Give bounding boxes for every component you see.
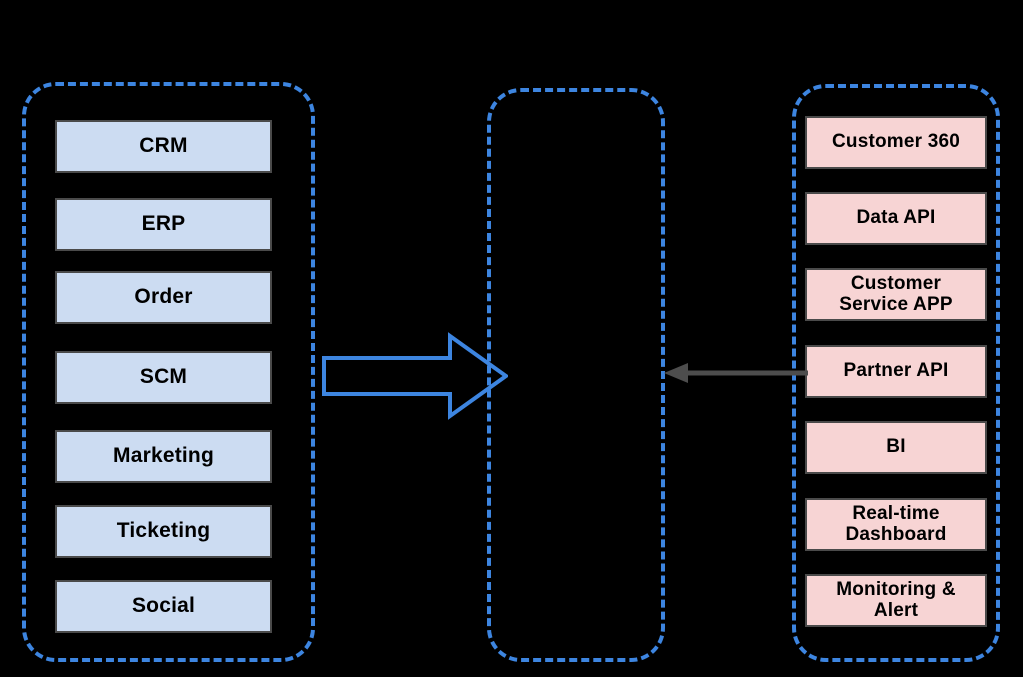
ingest-block-arrow [322, 332, 508, 420]
source-box-erp[interactable]: ERP [55, 198, 272, 251]
consumer-box-partner-api[interactable]: Partner API [805, 345, 987, 398]
consume-arrow [664, 363, 808, 383]
source-box-marketing[interactable]: Marketing [55, 430, 272, 483]
consumer-box-customer-service-app[interactable]: Customer Service APP [805, 268, 987, 321]
source-box-ticketing[interactable]: Ticketing [55, 505, 272, 558]
source-box-social[interactable]: Social [55, 580, 272, 633]
diagram-canvas: CRM ERP Order SCM Marketing Ticketing So… [0, 0, 1023, 677]
platform-group [487, 88, 665, 662]
source-box-scm[interactable]: SCM [55, 351, 272, 404]
source-box-order[interactable]: Order [55, 271, 272, 324]
consumer-box-monitoring-alert[interactable]: Monitoring & Alert [805, 574, 987, 627]
consumer-box-customer-360[interactable]: Customer 360 [805, 116, 987, 169]
source-box-crm[interactable]: CRM [55, 120, 272, 173]
consumer-box-bi[interactable]: BI [805, 421, 987, 474]
consumer-box-data-api[interactable]: Data API [805, 192, 987, 245]
consumer-box-real-time-dashboard[interactable]: Real-time Dashboard [805, 498, 987, 551]
